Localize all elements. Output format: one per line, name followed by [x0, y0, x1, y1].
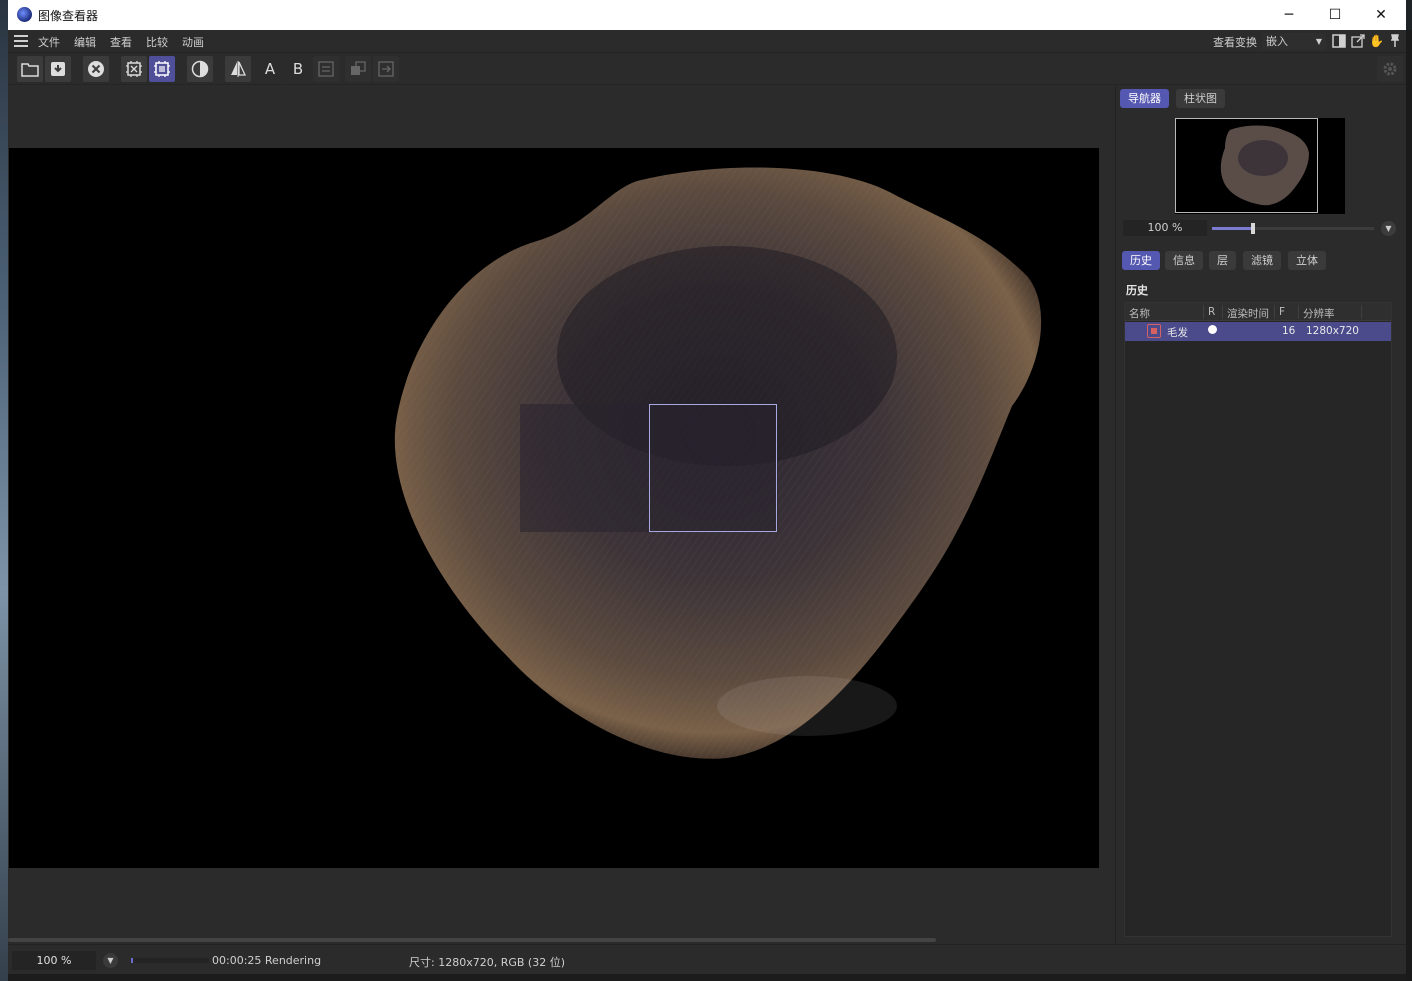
save-button[interactable]: [45, 56, 71, 82]
swap-ab-button[interactable]: [313, 56, 339, 82]
minimize-button[interactable]: ─: [1266, 0, 1312, 30]
render-region-icon: [126, 61, 142, 77]
navigator-zoom-slider-knob[interactable]: [1250, 223, 1255, 234]
column-divider: [1222, 305, 1223, 319]
horizontal-scrollbar[interactable]: [8, 938, 936, 942]
view-transform-value: 嵌入: [1266, 35, 1288, 48]
window-bottom-edge: [8, 974, 1406, 981]
right-side-panel: 导航器 柱状图 100 % ▼ 历史 信息 层 滤镜 立体 历史 名称 R 渲染…: [1115, 86, 1406, 944]
render-viewport[interactable]: [8, 86, 1115, 942]
status-zoom-field[interactable]: 100 %: [12, 951, 96, 970]
swap-icon: [318, 61, 334, 77]
menu-edit[interactable]: 编辑: [74, 34, 96, 50]
maximize-button[interactable]: ☐: [1312, 0, 1358, 30]
navigator-zoom-slider[interactable]: [1212, 223, 1374, 234]
export-button[interactable]: [373, 56, 399, 82]
tab-filters[interactable]: 滤镜: [1243, 251, 1281, 270]
render-region-button[interactable]: [121, 56, 147, 82]
column-divider: [1298, 305, 1299, 319]
title-bar[interactable]: 图像查看器 ─ ☐ ✕: [8, 0, 1406, 30]
tab-history[interactable]: 历史: [1122, 251, 1160, 270]
region-of-interest-box[interactable]: [649, 404, 777, 532]
navigator-thumbnail[interactable]: [1175, 118, 1345, 214]
navigator-zoom-slider-fill: [1212, 227, 1253, 230]
tab-histogram[interactable]: 柱状图: [1176, 89, 1225, 108]
close-button[interactable]: ✕: [1358, 0, 1404, 30]
undock-icon[interactable]: [1350, 34, 1365, 49]
window-title: 图像查看器: [38, 9, 99, 23]
gear-icon: [1383, 62, 1397, 76]
rendered-image[interactable]: [9, 148, 1099, 868]
column-divider: [1274, 305, 1275, 319]
hand-pan-icon[interactable]: ✋: [1369, 34, 1384, 49]
chevron-down-icon: ▼: [1315, 37, 1322, 46]
navigator-zoom-field[interactable]: 100 %: [1123, 220, 1207, 236]
column-r[interactable]: R: [1208, 306, 1215, 318]
column-frames[interactable]: F: [1279, 306, 1285, 318]
column-render-time[interactable]: 渲染时间: [1227, 306, 1269, 321]
render-progress-bar: [131, 958, 209, 963]
navigator-view-box[interactable]: [1175, 118, 1318, 213]
set-a-button[interactable]: A: [257, 56, 283, 82]
stop-render-button[interactable]: [83, 56, 109, 82]
image-size-info: 尺寸: 1280x720, RGB (32 位): [409, 956, 565, 969]
cinema4d-app-icon: [17, 7, 32, 22]
history-row[interactable]: 毛发 16 1280x720: [1125, 322, 1391, 341]
desktop-background-right: [1406, 30, 1412, 981]
column-resolution[interactable]: 分辨率: [1303, 306, 1335, 321]
column-divider: [1361, 305, 1362, 319]
history-row-name: 毛发: [1167, 327, 1188, 339]
ab-compare-button[interactable]: [225, 56, 251, 82]
menu-compare[interactable]: 比较: [146, 34, 168, 50]
contrast-button[interactable]: [187, 56, 213, 82]
menu-animation[interactable]: 动画: [182, 34, 204, 50]
view-transform-label: 查看变换: [1213, 36, 1257, 49]
menu-view[interactable]: 查看: [110, 34, 132, 50]
render-time-status: 00:00:25 Rendering: [212, 954, 322, 967]
overlay-icon: [351, 61, 366, 75]
menu-bar: 文件 编辑 查看 比较 动画 查看变换 嵌入 ▼ ✋: [8, 30, 1406, 53]
tab-stereo[interactable]: 立体: [1288, 251, 1326, 270]
pin-icon[interactable]: [1387, 34, 1402, 49]
tab-info[interactable]: 信息: [1165, 251, 1203, 270]
settings-gear-button[interactable]: [1377, 56, 1403, 82]
menu-file[interactable]: 文件: [38, 34, 60, 50]
chevron-down-icon[interactable]: ▼: [1381, 221, 1396, 236]
hamburger-menu-icon[interactable]: [14, 35, 28, 47]
toolbar: A B: [8, 53, 1406, 85]
render-active-icon: [154, 61, 170, 77]
column-name[interactable]: 名称: [1129, 306, 1150, 321]
render-item-icon: [1147, 324, 1161, 338]
history-table: 名称 R 渲染时间 F 分辨率 毛发 16 1280x720: [1124, 302, 1392, 937]
render-progress-fill: [131, 958, 133, 963]
history-row-resolution: 1280x720: [1306, 325, 1359, 337]
chevron-down-icon[interactable]: ▼: [103, 953, 118, 968]
history-section-title: 历史: [1126, 284, 1148, 297]
column-divider: [1203, 305, 1204, 319]
image-viewer-window: 图像查看器 ─ ☐ ✕ 文件 编辑 查看 比较 动画 查看变换 嵌入 ▼ ✋ A…: [8, 0, 1406, 981]
status-bar: 100 % ▼ 00:00:25 Rendering 尺寸: 1280x720,…: [8, 944, 1406, 974]
tab-layers[interactable]: 层: [1209, 251, 1236, 270]
export-icon: [378, 61, 394, 77]
render-active-view-button[interactable]: [149, 56, 175, 82]
close-circle-icon: [88, 61, 104, 77]
overlay-button[interactable]: [345, 56, 371, 82]
desktop-background-left: [0, 0, 8, 981]
tab-navigator[interactable]: 导航器: [1120, 89, 1169, 108]
history-table-header: 名称 R 渲染时间 F 分辨率: [1125, 303, 1391, 321]
folder-icon: [21, 63, 39, 77]
view-transform-dropdown[interactable]: 嵌入 ▼: [1262, 33, 1326, 50]
render-status-dot: [1208, 325, 1217, 334]
set-b-button[interactable]: B: [285, 56, 311, 82]
ab-compare-icon: [231, 61, 247, 77]
layout-panel-icon[interactable]: [1331, 34, 1346, 49]
history-row-frames: 16: [1282, 325, 1296, 337]
contrast-icon: [191, 60, 209, 78]
save-icon: [51, 62, 65, 76]
open-file-button[interactable]: [17, 56, 43, 82]
